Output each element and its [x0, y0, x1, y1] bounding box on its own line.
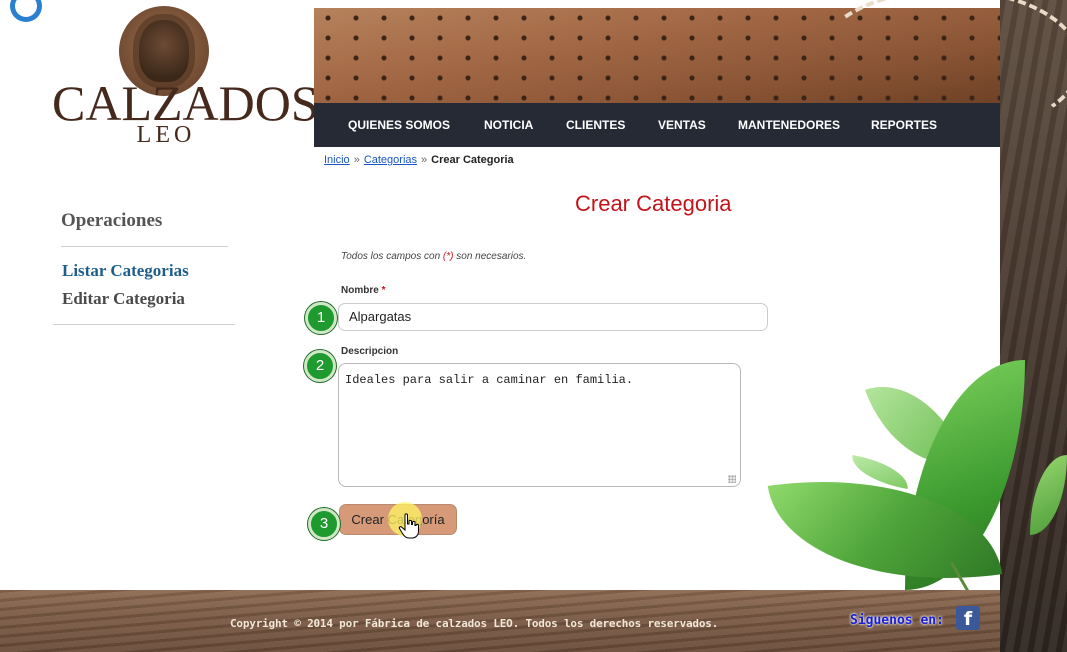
footer-copyright: Copyright © 2014 por Fábrica de calzados… [230, 617, 719, 630]
name-input[interactable]: Alpargatas [338, 303, 768, 331]
nav-item-ventas[interactable]: VENTAS [658, 103, 706, 147]
main-nav: QUIENES SOMOS NOTICIA CLIENTES VENTAS MA… [314, 103, 1000, 147]
sidebar-divider [53, 324, 235, 325]
required-note-suffix: son necesarios. [453, 251, 527, 262]
nav-item-reportes[interactable]: REPORTES [871, 103, 937, 147]
breadcrumb-categories-link[interactable]: Categorias [364, 154, 417, 166]
required-star: * [381, 285, 386, 296]
breadcrumb-separator: » [353, 154, 360, 166]
nav-item-clientes[interactable]: CLIENTES [566, 103, 625, 147]
facebook-icon[interactable]: f [956, 606, 980, 630]
follow-us-label: Siguenos en: [850, 613, 944, 628]
step-marker-3: 3 [308, 508, 340, 540]
required-note-prefix: Todos los campos con [341, 251, 443, 262]
name-label-text: Nombre [341, 285, 379, 296]
name-label: Nombre * [341, 285, 385, 296]
brand-sub: LEO [136, 122, 196, 148]
breadcrumb-current: Crear Categoria [431, 154, 514, 166]
hand-cursor-icon [398, 513, 419, 539]
sidebar-link-listar-categorias[interactable]: Listar Categorias [53, 257, 235, 285]
sidebar-title: Operaciones [61, 210, 163, 231]
required-fields-note: Todos los campos con (*) son necesarios. [341, 251, 526, 262]
breadcrumb: Inicio» Categorias» Crear Categoria [324, 154, 514, 166]
nav-item-noticia[interactable]: NOTICIA [484, 103, 533, 147]
breadcrumb-home-link[interactable]: Inicio [324, 154, 350, 166]
description-label: Descripcion [341, 346, 399, 357]
resize-grip-icon[interactable] [728, 475, 736, 483]
sidebar-link-editar-categoria[interactable]: Editar Categoria [53, 285, 235, 313]
breadcrumb-separator: » [421, 154, 428, 166]
required-note-star: (*) [442, 251, 454, 262]
step-marker-1: 1 [305, 302, 337, 334]
sidebar-divider [61, 246, 228, 247]
page-title: Crear Categoria [575, 191, 732, 216]
nav-item-mantenedores[interactable]: MANTENEDORES [738, 103, 840, 147]
brand-logo[interactable]: CALZADOS LEO [0, 0, 319, 160]
description-text: Ideales para salir a caminar en familia. [345, 373, 634, 387]
description-textarea[interactable]: Ideales para salir a caminar en familia. [338, 363, 741, 487]
header-banner [314, 8, 1000, 103]
step-marker-2: 2 [304, 350, 336, 382]
sidebar: Operaciones Listar Categorias Editar Cat… [53, 200, 235, 325]
nav-item-quienes-somos[interactable]: QUIENES SOMOS [348, 103, 450, 147]
